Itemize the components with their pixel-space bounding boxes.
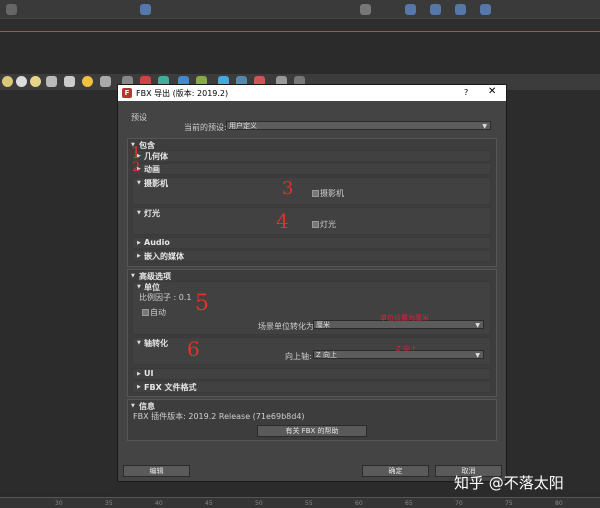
viewport-left xyxy=(0,90,117,490)
viewport-right xyxy=(505,90,600,490)
close-button[interactable]: ✕ xyxy=(488,86,496,97)
app-ribbon xyxy=(0,18,600,31)
scene-units-label: 场景单位转化为: xyxy=(258,322,317,331)
expand-icon[interactable]: ▶ xyxy=(137,253,141,259)
camera-checkbox[interactable] xyxy=(312,190,319,197)
edit-button[interactable]: 编辑 xyxy=(123,465,190,477)
preset-value: 用户定义 xyxy=(229,122,257,130)
annotation-number: 5 xyxy=(195,291,209,316)
help-button[interactable]: ? xyxy=(464,88,468,97)
scale-factor-text: 比例因子 : 0.1 xyxy=(139,293,192,302)
collapse-icon[interactable]: ▼ xyxy=(137,180,141,186)
annotation-number: 4 xyxy=(276,209,289,233)
annotation-number: 2 xyxy=(132,160,141,175)
timeline-ruler[interactable]: 30 35 40 45 50 55 60 65 70 75 80 xyxy=(0,497,600,508)
collapse-icon[interactable]: ▼ xyxy=(137,340,141,346)
ruler-label: 35 xyxy=(105,500,113,507)
about-fbx-button[interactable]: 有关 FBX 的帮助 xyxy=(257,425,367,437)
geometry-rollout[interactable] xyxy=(132,150,491,162)
camera-checkbox-label: 摄影机 xyxy=(320,189,344,198)
lights-checkbox[interactable] xyxy=(312,221,319,228)
ruler-label: 45 xyxy=(205,500,213,507)
sphere-icon[interactable] xyxy=(16,76,27,87)
ui-label[interactable]: UI xyxy=(144,369,153,378)
scene-units-value: 厘米 xyxy=(316,321,330,329)
light-icon[interactable] xyxy=(100,76,111,87)
auto-checkbox[interactable] xyxy=(142,309,149,316)
audio-rollout[interactable] xyxy=(132,237,491,249)
app-toolbar xyxy=(0,0,600,18)
toolbar-icon[interactable] xyxy=(140,4,151,15)
units-annotation: 单位设置为厘米 xyxy=(380,314,429,322)
ruler-label: 40 xyxy=(155,500,163,507)
up-axis-label: 向上轴: xyxy=(285,352,312,361)
ruler-label: 60 xyxy=(355,500,363,507)
collapse-icon[interactable]: ▼ xyxy=(131,273,135,279)
camera-label[interactable]: 摄影机 xyxy=(144,178,168,189)
fbx-format-label[interactable]: FBX 文件格式 xyxy=(144,382,197,393)
up-axis-value: Z 向上 xyxy=(316,351,338,359)
expand-icon[interactable]: ▶ xyxy=(137,384,141,390)
dialog-title: FBX 导出 (版本: 2019.2) xyxy=(136,89,229,98)
toolbar-icon[interactable] xyxy=(405,4,416,15)
preset-section-label: 预设 xyxy=(131,113,147,122)
cone-icon[interactable] xyxy=(64,76,75,87)
chevron-down-icon: ▼ xyxy=(482,123,487,130)
expand-icon[interactable]: ▶ xyxy=(137,371,141,377)
axis-annotation: Z 向上 xyxy=(396,345,418,353)
audio-label[interactable]: Audio xyxy=(144,238,170,247)
toolbar-icon[interactable] xyxy=(430,4,441,15)
ruler-label: 70 xyxy=(455,500,463,507)
preset-dropdown[interactable]: 用户定义 ▼ xyxy=(226,121,491,130)
ruler-label: 30 xyxy=(55,500,63,507)
expand-icon[interactable]: ▶ xyxy=(137,240,141,246)
fbx-logo-icon: F xyxy=(122,88,132,98)
animation-label[interactable]: 动画 xyxy=(144,164,160,175)
lights-label[interactable]: 灯光 xyxy=(144,208,160,219)
toolbar-icon[interactable] xyxy=(6,4,17,15)
teapot-icon[interactable] xyxy=(46,76,57,87)
annotation-number: 6 xyxy=(187,337,200,361)
plugin-version-text: FBX 插件版本: 2019.2 Release (71e69b8d4) xyxy=(133,412,305,421)
ruler-label: 55 xyxy=(305,500,313,507)
toolbar-icon[interactable] xyxy=(480,4,491,15)
auto-label: 自动 xyxy=(150,308,166,317)
viewport xyxy=(0,32,600,74)
ruler-label: 80 xyxy=(555,500,563,507)
chevron-down-icon: ▼ xyxy=(475,352,480,359)
collapse-icon[interactable]: ▼ xyxy=(137,284,141,290)
ui-rollout[interactable] xyxy=(132,368,491,380)
current-preset-label: 当前的预设: xyxy=(184,123,227,132)
collapse-icon[interactable]: ▼ xyxy=(137,210,141,216)
toolbar-icon[interactable] xyxy=(455,4,466,15)
ruler-label: 65 xyxy=(405,500,413,507)
animation-rollout[interactable] xyxy=(132,163,491,175)
ruler-label: 50 xyxy=(255,500,263,507)
lights-checkbox-label: 灯光 xyxy=(320,220,336,229)
sun-icon[interactable] xyxy=(82,76,93,87)
sphere-icon[interactable] xyxy=(2,76,13,87)
geometry-label[interactable]: 几何体 xyxy=(144,151,168,162)
chevron-down-icon: ▼ xyxy=(475,322,480,329)
toolbar-icon[interactable] xyxy=(360,4,371,15)
watermark: 知乎 @不落太阳 xyxy=(454,474,564,492)
fbx-export-dialog: F FBX 导出 (版本: 2019.2) ? ✕ 预设 当前的预设: 用户定义… xyxy=(117,84,507,482)
embed-media-rollout[interactable] xyxy=(132,250,491,262)
ok-button[interactable]: 确定 xyxy=(362,465,429,477)
ruler-label: 75 xyxy=(505,500,513,507)
dialog-titlebar[interactable]: F FBX 导出 (版本: 2019.2) ? ✕ xyxy=(118,85,506,101)
collapse-icon[interactable]: ▼ xyxy=(131,403,135,409)
embed-media-label[interactable]: 嵌入的媒体 xyxy=(144,251,184,262)
axis-conversion-label[interactable]: 轴转化 xyxy=(144,338,168,349)
sphere-icon[interactable] xyxy=(30,76,41,87)
annotation-number: 3 xyxy=(282,178,294,199)
